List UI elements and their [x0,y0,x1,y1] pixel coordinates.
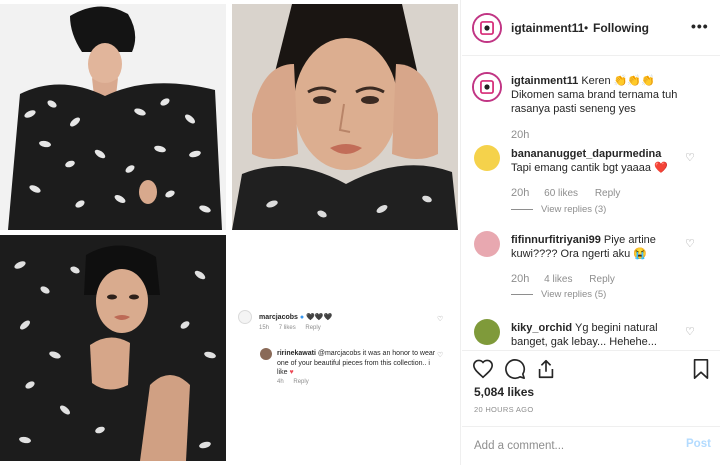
comment-2-view-replies[interactable]: View replies (5) [511,289,606,300]
header-separator: • [584,21,589,35]
ririnekawati-avatar [260,348,272,360]
comment-1-avatar[interactable] [474,145,500,171]
overlay-comment-2-time: 4h [277,379,284,385]
view-replies-line [511,208,533,210]
save-bookmark-icon[interactable] [690,358,712,380]
photo-comment-screenshot: marcjacobs ● 🖤🖤🖤 15h 7 likes Reply ♡ rir… [232,235,458,461]
comment-1-likes[interactable]: 60 likes [544,188,578,199]
comment-2-reply[interactable]: Reply [589,274,615,285]
comment-1-reply[interactable]: Reply [595,188,621,199]
post-time-ago[interactable]: 20 HOURS AGO [474,405,533,414]
post-header: igtainment11 • Following ••• [462,0,720,56]
overlay-comment-1-time: 15h [259,325,270,331]
comment-2-likes[interactable]: 4 likes [544,274,572,285]
overlay-comment-2-user: ririnekawati [277,350,316,357]
post-sidebar: igtainment11 • Following ••• igtainment1… [462,0,720,465]
comment-icon[interactable] [504,358,526,380]
likes-count[interactable]: 5,084 likes [474,385,534,399]
comment-1-view-replies-label[interactable]: View replies (3) [541,204,606,215]
comment-1-username[interactable]: banananugget_dapurmedina [511,148,661,160]
author-logo-icon [474,15,500,41]
comments-list[interactable]: igtainment11 Keren 👏👏👏 Dikomen sama bran… [462,57,720,350]
overlay-comment-1-text: 🖤🖤🖤 [306,314,333,321]
add-comment-input[interactable] [474,437,674,455]
photo-fullbody-illustration [0,4,226,230]
marcjacobs-avatar [238,310,252,324]
caption-time: 20h [511,129,530,141]
overlay-comment-1-likes: 7 likes [278,325,296,331]
comment-1-view-replies[interactable]: View replies (3) [511,204,606,215]
photo-portrait-illustration [0,235,226,461]
post-comment-button[interactable]: Post [686,438,711,450]
comment-3: kiky_orchid Yg begini natural banget, ga… [511,321,691,349]
comment-2-meta: 20h 4 likes Reply [511,273,615,285]
overlay-comment-1-reply: Reply [305,325,321,331]
photo-portrait [0,235,226,461]
following-button[interactable]: Following [593,21,649,35]
overlay-comment-1-meta: 15h 7 likes Reply [259,325,329,331]
comment-3-like-icon[interactable]: ♡ [685,325,695,338]
post-actions: 5,084 likes 20 HOURS AGO [462,350,720,426]
comment-3-avatar[interactable] [474,319,500,345]
comment-1-like-icon[interactable]: ♡ [685,151,695,164]
photo-fullbody [0,4,226,230]
comment-2-like-icon[interactable]: ♡ [685,237,695,250]
author-avatar[interactable] [472,13,502,43]
comment-2-time: 20h [511,273,530,285]
view-replies-line [511,293,533,295]
overlay-comment-1: marcjacobs ● 🖤🖤🖤 [259,313,332,321]
caption-logo-icon [474,74,500,100]
overlay-comment-2-meta: 4h Reply [277,379,317,385]
overlay-heart-icon-1: ♡ [437,316,444,323]
comment-2-avatar[interactable] [474,231,500,257]
photo-closeup-illustration [232,4,458,230]
comment-2-emoji: 😭 [633,248,647,260]
caption: igtainment11 Keren 👏👏👏 Dikomen sama bran… [511,74,701,116]
comment-1-emoji: ❤️ [654,162,668,174]
verified-badge-icon: ● [299,314,305,321]
overlay-comment-2-reply: Reply [293,379,309,385]
overlay-heart-icon-2: ♡ [437,352,444,359]
comment-1: banananugget_dapurmedina Tapi emang cant… [511,147,691,175]
comment-1-time: 20h [511,187,530,199]
caption-text-line2: Dikomen sama brand ternama tuh rasanya p… [511,89,678,115]
overlay-comment-2: ririnekawati @marcjacobs it was an honor… [277,349,437,378]
share-icon[interactable] [535,358,557,380]
comment-1-meta: 20h 60 likes Reply [511,187,620,199]
caption-text: Keren 👏👏👏 [581,75,655,87]
more-options-icon[interactable]: ••• [691,18,709,34]
overlay-comment-1-user: marcjacobs [259,314,298,321]
comment-3-username[interactable]: kiky_orchid [511,322,572,334]
comment-2-username[interactable]: fifinnurfitriyani99 [511,234,601,246]
comment-2: fifinnurfitriyani99 Piye artine kuwi????… [511,233,691,261]
post-media[interactable]: marcjacobs ● 🖤🖤🖤 15h 7 likes Reply ♡ rir… [0,0,461,465]
add-comment-bar: Post [462,426,720,465]
author-username[interactable]: igtainment11 [511,21,584,35]
caption-username[interactable]: igtainment11 [511,75,578,87]
comment-2-view-replies-label[interactable]: View replies (5) [541,289,606,300]
photo-closeup [232,4,458,230]
like-heart-icon[interactable] [472,358,494,380]
heart-emoji-icon: ♥ [289,369,294,376]
caption-avatar[interactable] [472,72,502,102]
comment-1-text: Tapi emang cantik bgt yaaaa [511,162,652,174]
